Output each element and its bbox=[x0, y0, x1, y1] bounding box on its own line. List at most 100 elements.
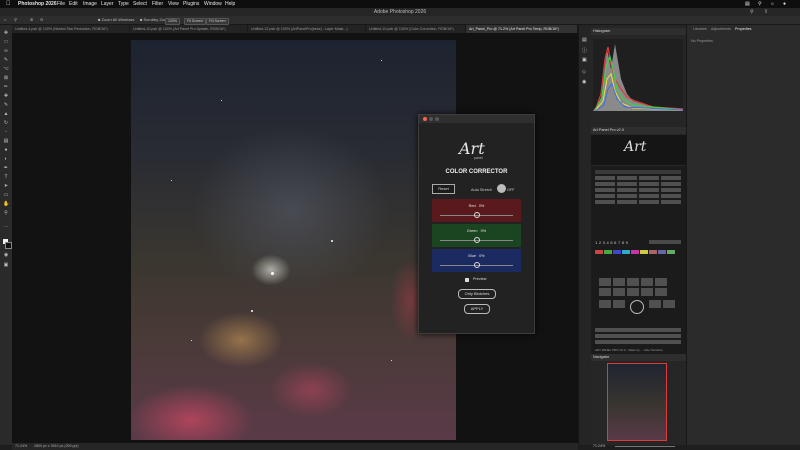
art-panel-row[interactable] bbox=[595, 170, 681, 174]
reset-button[interactable]: Reset bbox=[432, 184, 455, 194]
art-panel-button[interactable] bbox=[641, 288, 653, 296]
menu-file[interactable]: File bbox=[57, 0, 65, 8]
tab-document[interactable]: Untitled-10.psb @ 100% (Art Panel Pro Up… bbox=[130, 25, 248, 33]
art-panel-button[interactable] bbox=[599, 288, 611, 296]
navigator-zoom-value[interactable]: 71.24% bbox=[593, 444, 605, 448]
art-panel-button[interactable] bbox=[639, 194, 659, 198]
fit-screen-button[interactable]: Fit Screen bbox=[184, 17, 206, 25]
art-panel-row[interactable] bbox=[595, 328, 681, 332]
art-panel-button[interactable] bbox=[641, 278, 653, 286]
apply-button[interactable]: APPLY bbox=[464, 304, 490, 314]
art-panel-button[interactable] bbox=[595, 200, 615, 204]
minimize-button[interactable] bbox=[429, 117, 433, 121]
art-panel-button[interactable] bbox=[627, 278, 639, 286]
art-panel-button[interactable] bbox=[649, 240, 681, 244]
crop-tool-icon[interactable]: ⌥ bbox=[3, 67, 9, 72]
art-panel-button[interactable] bbox=[639, 182, 659, 186]
pen-tool-icon[interactable]: ✒ bbox=[3, 166, 9, 171]
more-tools-icon[interactable]: ⋯ bbox=[3, 225, 9, 230]
art-panel-row[interactable] bbox=[595, 334, 681, 338]
art-panel-swatch[interactable] bbox=[640, 250, 648, 254]
eraser-tool-icon[interactable]: ▫ bbox=[3, 130, 9, 135]
art-panel-button[interactable] bbox=[655, 278, 667, 286]
art-panel-swatch[interactable] bbox=[595, 250, 603, 254]
art-panel-dial[interactable] bbox=[630, 300, 644, 314]
zoom-100-button[interactable]: 100% bbox=[165, 17, 180, 25]
menu-help[interactable]: Help bbox=[225, 0, 235, 8]
siri-icon[interactable]: ● bbox=[783, 0, 786, 8]
menu-plugins[interactable]: Plugins bbox=[183, 0, 199, 8]
app-name-menu[interactable]: Photoshop 2026 bbox=[18, 0, 57, 8]
menu-view[interactable]: View bbox=[168, 0, 179, 8]
art-panel-swatch[interactable] bbox=[613, 250, 621, 254]
art-panel-swatch[interactable] bbox=[631, 250, 639, 254]
menu-select[interactable]: Select bbox=[133, 0, 147, 8]
dialog-title-bar[interactable] bbox=[419, 115, 534, 123]
zoom-all-windows-checkbox[interactable]: ■ Zoom All Windows bbox=[98, 16, 134, 24]
tab-adjustments[interactable]: Adjustments bbox=[711, 25, 731, 33]
tab-document[interactable]: Untitled-10.psb @ 100% (Color Correction… bbox=[366, 25, 466, 33]
apple-icon[interactable]:  bbox=[6, 0, 11, 8]
art-panel-swatch[interactable] bbox=[622, 250, 630, 254]
art-panel-number-row[interactable]: 123456789 bbox=[595, 240, 629, 245]
menu-filter[interactable]: Filter bbox=[152, 0, 163, 8]
marquee-tool-icon[interactable]: □ bbox=[3, 40, 9, 45]
gradient-tool-icon[interactable]: ▤ bbox=[3, 139, 9, 144]
color-panel-icon[interactable]: ◉ bbox=[582, 79, 586, 85]
art-panel-button[interactable] bbox=[639, 200, 659, 204]
move-tool-icon[interactable]: ✥ bbox=[3, 31, 9, 36]
dodge-tool-icon[interactable]: ◐ bbox=[3, 157, 9, 162]
brush-tool-icon[interactable]: ✎ bbox=[3, 103, 9, 108]
lasso-tool-icon[interactable]: ∞ bbox=[3, 49, 9, 54]
fill-screen-button[interactable]: Fill Screen bbox=[206, 17, 229, 25]
blur-tool-icon[interactable]: ● bbox=[3, 148, 9, 153]
search-icon[interactable]: ⚲ bbox=[750, 8, 754, 16]
art-panel-button[interactable] bbox=[595, 182, 615, 186]
zoom-level[interactable]: 71.24% bbox=[15, 443, 27, 450]
art-panel-swatch[interactable] bbox=[667, 250, 675, 254]
art-panel-header[interactable]: Art Panel Pro v2.0 bbox=[591, 127, 686, 134]
maximize-button[interactable] bbox=[435, 117, 439, 121]
info-panel-icon[interactable]: ⓘ bbox=[582, 47, 587, 54]
art-panel-button[interactable] bbox=[655, 288, 667, 296]
art-panel-button[interactable] bbox=[663, 300, 675, 308]
art-panel-row[interactable] bbox=[595, 340, 681, 344]
art-panel-button[interactable] bbox=[661, 182, 681, 186]
zoom-out-icon[interactable]: ⊖ bbox=[40, 16, 43, 24]
menu-layer[interactable]: Layer bbox=[101, 0, 114, 8]
art-panel-button[interactable] bbox=[661, 194, 681, 198]
art-panel-button[interactable] bbox=[617, 188, 637, 192]
document-info[interactable]: 2800 px x 3510 px (300 ppi) bbox=[34, 443, 79, 450]
menu-image[interactable]: Image bbox=[83, 0, 97, 8]
green-slider-knob[interactable] bbox=[474, 237, 480, 243]
tab-document-active[interactable]: Art_Panel_Pro @ 71.2% (Art Panel Pro Tem… bbox=[466, 25, 578, 33]
art-panel-swatch[interactable] bbox=[649, 250, 657, 254]
art-panel-button[interactable] bbox=[617, 194, 637, 198]
astrophotography-image[interactable] bbox=[131, 40, 456, 440]
art-panel-button[interactable] bbox=[661, 188, 681, 192]
zoom-in-icon[interactable]: ⊕ bbox=[30, 16, 33, 24]
menu-window[interactable]: Window bbox=[204, 0, 222, 8]
blue-slider-knob[interactable] bbox=[474, 262, 480, 268]
menu-edit[interactable]: Edit bbox=[69, 0, 78, 8]
tab-properties[interactable]: Properties bbox=[735, 25, 751, 33]
art-panel-icon[interactable]: ▣ bbox=[582, 57, 587, 63]
art-panel-button[interactable] bbox=[613, 288, 625, 296]
art-panel-button[interactable] bbox=[595, 176, 615, 180]
art-panel-swatch[interactable] bbox=[658, 250, 666, 254]
healing-brush-icon[interactable]: ✚ bbox=[3, 94, 9, 99]
shape-tool-icon[interactable]: ▭ bbox=[3, 193, 9, 198]
art-panel-button[interactable] bbox=[613, 300, 625, 308]
background-color-swatch[interactable] bbox=[5, 242, 12, 249]
wifi-icon[interactable]: ☼ bbox=[770, 0, 775, 8]
menu-type[interactable]: Type bbox=[118, 0, 129, 8]
close-button[interactable] bbox=[423, 117, 427, 121]
hand-tool-icon[interactable]: ✋ bbox=[3, 202, 9, 207]
navigator-panel-header[interactable]: Navigator bbox=[591, 354, 686, 361]
art-panel-button[interactable] bbox=[617, 176, 637, 180]
preview-checkbox[interactable] bbox=[465, 278, 469, 282]
art-panel-button[interactable] bbox=[649, 300, 661, 308]
art-panel-button[interactable] bbox=[639, 188, 659, 192]
navigator-panel-icon[interactable]: ◇ bbox=[582, 69, 586, 75]
screen-mode-icon[interactable]: ▣ bbox=[3, 263, 9, 268]
